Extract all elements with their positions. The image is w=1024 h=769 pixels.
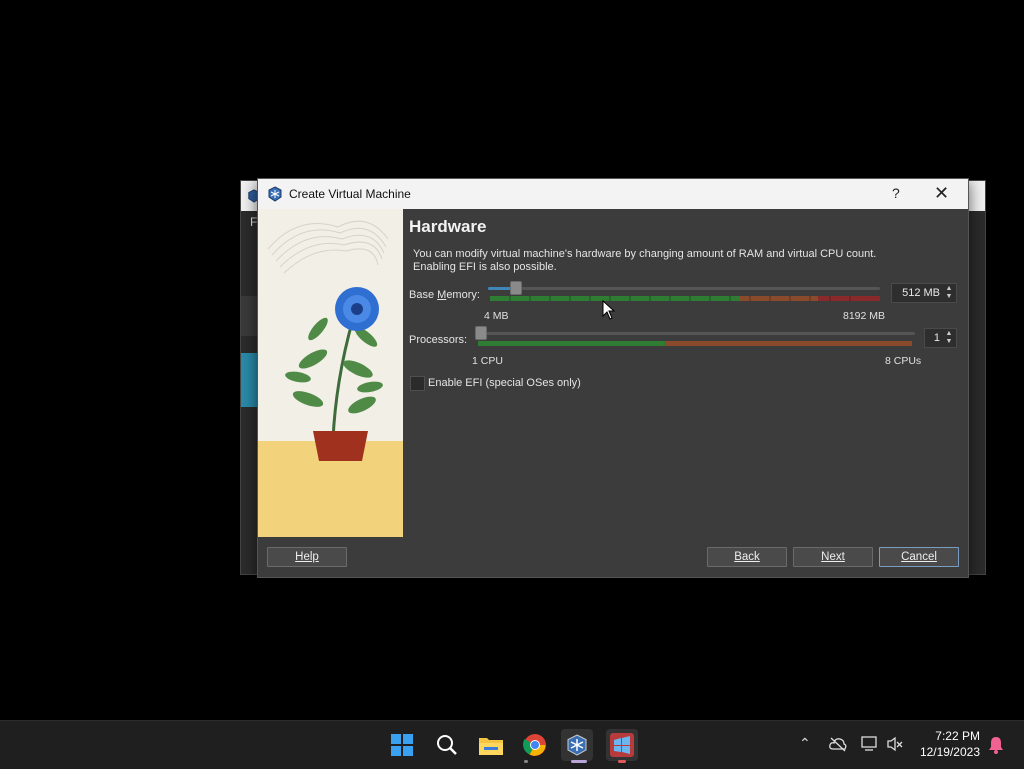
chevron-up-icon[interactable]: ⌃ [799, 735, 811, 752]
wizard-illustration [258, 209, 403, 537]
clock-time[interactable]: 7:22 PM [910, 729, 980, 743]
next-button[interactable]: Next [793, 547, 873, 567]
processors-range-band [478, 341, 912, 346]
help-button[interactable]: Help [267, 547, 347, 567]
memory-slider-track[interactable] [488, 287, 880, 290]
virtualbox-active-indicator [571, 760, 587, 763]
search-icon[interactable] [431, 729, 463, 761]
chrome-icon[interactable] [519, 729, 551, 761]
base-memory-label: Base Memory: [409, 289, 480, 301]
notification-bell-icon[interactable] [988, 736, 1004, 754]
description-line-2: Enabling EFI is also possible. [413, 261, 557, 273]
memory-max-label: 8192 MB [843, 310, 886, 322]
processors-slider-handle[interactable] [475, 326, 487, 340]
memory-spinbox[interactable]: 512 MB ▲ ▼ [891, 283, 957, 303]
processors-label: Processors: [409, 334, 468, 346]
memory-value: 512 MB [902, 287, 940, 299]
volume-muted-icon[interactable] [886, 736, 904, 752]
cancel-button[interactable]: Cancel [879, 547, 959, 567]
memory-down-arrow-icon[interactable]: ▼ [944, 293, 954, 300]
virtualbox-icon [268, 186, 282, 202]
wizard-content: Hardware You can modify virtual machine'… [404, 209, 968, 537]
help-title-button[interactable]: ? [892, 185, 900, 201]
description-line-1: You can modify virtual machine's hardwar… [413, 248, 877, 260]
memory-slider-fill [488, 287, 512, 290]
memory-ticks [509, 296, 851, 301]
processors-min-label: 1 CPU [472, 355, 503, 367]
memory-slider-handle[interactable] [510, 281, 522, 295]
close-icon[interactable]: ✕ [934, 183, 949, 204]
memory-up-arrow-icon[interactable]: ▲ [944, 285, 954, 292]
dialog-titlebar: Create Virtual Machine ? ✕ [258, 179, 968, 209]
taskbar: ⌃ 7:22 PM 12/19/2023 [0, 720, 1024, 769]
dialog-button-bar: Help Back Next Cancel [258, 537, 968, 577]
enable-efi-label[interactable]: Enable EFI (special OSes only) [428, 377, 581, 389]
windows-xp-app-indicator [618, 760, 626, 763]
start-icon[interactable] [386, 729, 418, 761]
create-vm-dialog: Create Virtual Machine ? ✕ Hardware You … [257, 178, 969, 578]
network-icon[interactable] [861, 736, 879, 752]
processors-down-arrow-icon[interactable]: ▼ [944, 338, 954, 345]
processors-value: 1 [933, 332, 940, 344]
dialog-title: Create Virtual Machine [289, 187, 411, 201]
processors-spinbox[interactable]: 1 ▲ ▼ [924, 328, 957, 348]
processors-slider-track[interactable] [475, 332, 915, 335]
windows-xp-app-icon[interactable] [606, 729, 638, 761]
clock-date[interactable]: 12/19/2023 [910, 745, 980, 759]
page-title: Hardware [409, 217, 487, 236]
cloud-offline-icon[interactable] [829, 736, 847, 752]
chrome-indicator [524, 760, 528, 763]
file-explorer-icon[interactable] [475, 729, 507, 761]
mouse-cursor-icon [602, 300, 616, 320]
processors-up-arrow-icon[interactable]: ▲ [944, 330, 954, 337]
processors-max-label: 8 CPUs [885, 355, 922, 367]
enable-efi-checkbox[interactable] [410, 376, 425, 391]
back-button[interactable]: Back [707, 547, 787, 567]
memory-min-label: 4 MB [484, 310, 509, 322]
virtualbox-taskbar-icon[interactable] [561, 729, 593, 761]
